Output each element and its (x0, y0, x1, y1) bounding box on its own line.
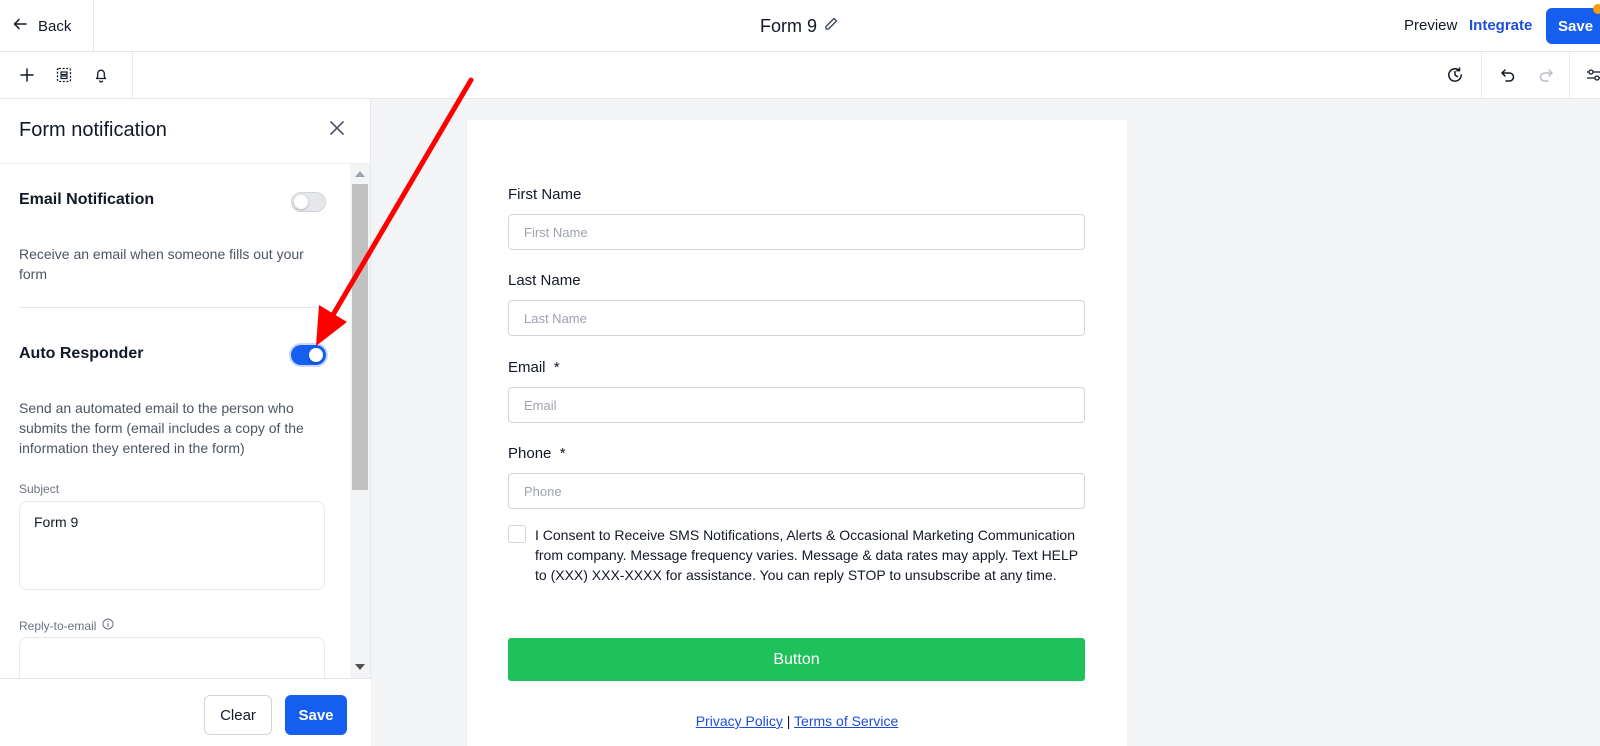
top-bar: Back Form 9 Preview Integrate Save (0, 0, 1600, 52)
email-label: Email * (508, 359, 560, 376)
top-save-button[interactable]: Save (1546, 8, 1600, 44)
subject-field[interactable]: Form 9 (19, 501, 325, 590)
auto-responder-toggle[interactable] (291, 345, 326, 365)
auto-responder-title: Auto Responder (19, 345, 144, 362)
panel-footer: Clear Save (0, 678, 371, 746)
clear-button[interactable]: Clear (204, 695, 272, 735)
consent-checkbox[interactable] (508, 525, 526, 543)
toolbar (0, 52, 1600, 99)
panel-title: Form notification (19, 119, 167, 141)
form-title[interactable]: Form 9 (760, 14, 839, 38)
reply-to-email-field[interactable] (19, 637, 325, 678)
notification-dot (1593, 4, 1600, 14)
info-icon[interactable] (102, 618, 114, 633)
toolbar-divider (1481, 52, 1482, 99)
toolbar-divider (1569, 52, 1570, 99)
toolbar-left-group (0, 52, 133, 99)
arrow-left-icon (12, 16, 28, 36)
plus-icon[interactable] (16, 64, 38, 86)
close-icon[interactable] (326, 117, 348, 139)
form-preview-card: First Name Last Name Email * Phone * I C… (467, 120, 1127, 746)
layout-icon[interactable] (53, 64, 75, 86)
pencil-icon[interactable] (823, 16, 839, 37)
privacy-policy-link[interactable]: Privacy Policy (696, 713, 783, 729)
subject-label: Subject (19, 482, 59, 496)
panel-body: Email Notification Receive an email when… (0, 164, 350, 678)
panel-header: Form notification (0, 99, 371, 164)
link-separator: | (786, 713, 791, 729)
section-divider (19, 307, 325, 308)
toggle-knob (309, 348, 323, 362)
reply-to-email-label-text: Reply-to-email (19, 618, 97, 633)
settings-sliders-icon[interactable] (1583, 64, 1600, 86)
terms-of-service-link[interactable]: Terms of Service (794, 713, 898, 729)
first-name-input[interactable] (508, 214, 1085, 250)
back-label: Back (38, 17, 72, 35)
first-name-label: First Name (508, 186, 582, 203)
preview-button[interactable]: Preview (1404, 17, 1457, 34)
email-input[interactable] (508, 387, 1085, 423)
scroll-down-arrow-icon[interactable] (355, 664, 365, 670)
footer-links: Privacy Policy | Terms of Service (467, 713, 1127, 729)
last-name-input[interactable] (508, 300, 1085, 336)
redo-icon[interactable] (1535, 64, 1557, 86)
panel-scrollbar-thumb[interactable] (352, 184, 368, 490)
reply-to-email-label: Reply-to-email (19, 618, 114, 633)
integrate-button[interactable]: Integrate (1469, 17, 1532, 34)
history-icon[interactable] (1444, 64, 1466, 86)
submit-button[interactable]: Button (508, 638, 1085, 681)
back-button[interactable]: Back (0, 0, 94, 52)
form-canvas: First Name Last Name Email * Phone * I C… (371, 99, 1600, 746)
subject-label-text: Subject (19, 482, 60, 496)
email-notification-toggle[interactable] (291, 192, 326, 212)
form-notification-panel: Form notification Email Notification Rec… (0, 99, 371, 746)
phone-label: Phone * (508, 445, 566, 462)
save-button[interactable]: Save (285, 695, 347, 735)
email-notification-title: Email Notification (19, 191, 155, 208)
auto-responder-description: Send an automated email to the person wh… (19, 400, 304, 456)
toggle-knob (294, 195, 308, 209)
last-name-label: Last Name (508, 272, 581, 289)
consent-text: I Consent to Receive SMS Notifications, … (535, 527, 1078, 583)
phone-input[interactable] (508, 473, 1085, 509)
undo-icon[interactable] (1497, 64, 1519, 86)
bell-icon[interactable] (90, 64, 112, 86)
form-title-text: Form 9 (760, 15, 818, 36)
scroll-up-arrow-icon[interactable] (355, 171, 365, 177)
email-notification-description: Receive an email when someone fills out … (19, 246, 304, 282)
